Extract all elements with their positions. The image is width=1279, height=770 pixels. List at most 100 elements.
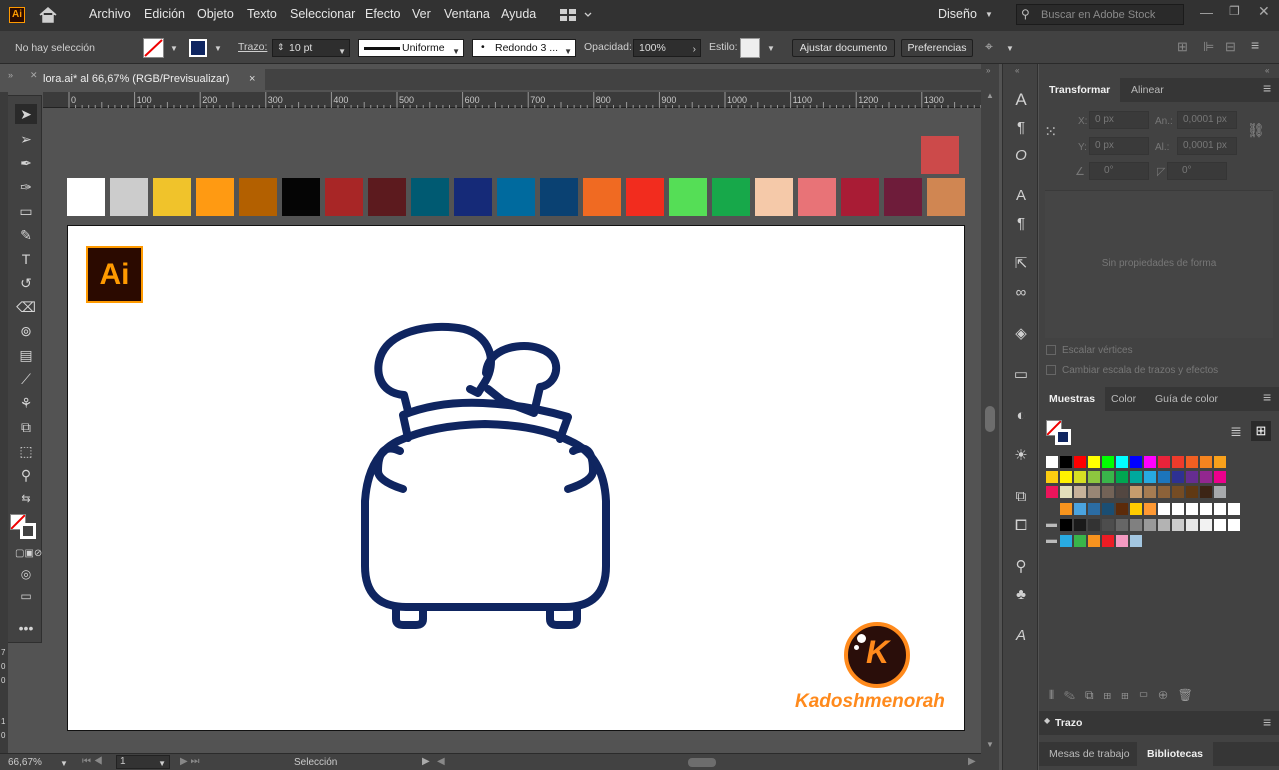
menu-edicion[interactable]: Edición — [144, 7, 185, 21]
color-swatch[interactable] — [110, 178, 148, 216]
folder-icon[interactable]: ▬ — [1046, 534, 1057, 546]
swatch-cell[interactable] — [1116, 535, 1128, 547]
color-swatch[interactable] — [67, 178, 105, 216]
menu-icon[interactable]: ≡ — [1263, 714, 1271, 730]
color-swatch[interactable] — [583, 178, 621, 216]
eraser-tool-icon[interactable]: ⌫ — [15, 297, 37, 317]
swatch-cell[interactable] — [1214, 456, 1226, 468]
menu-icon[interactable]: ≡ — [1263, 80, 1271, 96]
stroke-proxy[interactable] — [1055, 429, 1071, 445]
menu-ver[interactable]: Ver — [412, 7, 431, 21]
color-swatch[interactable] — [411, 178, 449, 216]
color-swatch[interactable] — [626, 178, 664, 216]
scale-corners-checkbox[interactable] — [1046, 345, 1056, 355]
swatch-cell[interactable] — [1116, 456, 1128, 468]
horizontal-scrollbar-thumb[interactable] — [688, 758, 716, 767]
swatch-cell[interactable] — [1116, 486, 1128, 498]
scroll-right-icon[interactable]: ▶ — [968, 756, 976, 767]
color-swatch[interactable] — [884, 178, 922, 216]
shape-builder-tool-icon[interactable]: ⧉ — [15, 417, 37, 437]
swatch-cell[interactable] — [1144, 503, 1156, 515]
y-input[interactable]: 0 px — [1089, 137, 1149, 155]
stepper-icon[interactable]: ⇕ — [277, 39, 285, 55]
chevron-right-icon[interactable]: › — [693, 42, 696, 58]
appearance-icon[interactable]: ☀ — [1012, 446, 1030, 466]
swatch-cell[interactable] — [1172, 471, 1184, 483]
swatch-cell[interactable] — [1060, 471, 1072, 483]
swatch-cell[interactable] — [1144, 519, 1156, 531]
swatch-cell[interactable] — [1158, 519, 1170, 531]
distribute-icon[interactable]: ⊫ — [1203, 39, 1214, 55]
brush-definition[interactable]: • Redondo 3 ... ▼ — [472, 39, 576, 57]
reference-point-icon[interactable]: ⁙ — [1044, 122, 1057, 142]
chevron-down-icon[interactable]: ▼ — [564, 44, 572, 60]
swatch-cell[interactable] — [1228, 519, 1240, 531]
pencil-tool-icon[interactable]: ✎ — [15, 225, 37, 245]
color-swatch[interactable] — [755, 178, 793, 216]
search-input[interactable]: Buscar en Adobe Stock — [1041, 9, 1155, 21]
tab-guia-color[interactable]: Guía de color — [1145, 387, 1228, 411]
chevron-down-icon[interactable]: ▼ — [338, 44, 346, 60]
swatch-top[interactable] — [921, 136, 959, 174]
swatch-cell[interactable] — [1130, 456, 1142, 468]
swatch-cell[interactable] — [1214, 519, 1226, 531]
swatch-cell[interactable] — [1200, 486, 1212, 498]
zoom-tool-icon[interactable]: ⚲ — [15, 465, 37, 485]
character-panel-icon[interactable]: A — [1012, 90, 1030, 110]
color-swatch[interactable] — [712, 178, 750, 216]
more-tools-icon[interactable]: ••• — [15, 618, 37, 638]
close-icon[interactable]: ✕ — [1258, 3, 1270, 20]
curvature-tool-icon[interactable]: ✑ — [15, 177, 37, 197]
pathfinder-icon[interactable]: ⧉ — [1012, 487, 1030, 507]
draw-mode-icon[interactable]: ◎ — [15, 564, 37, 584]
swatch-cell[interactable] — [1172, 519, 1184, 531]
swatch-cell[interactable] — [1088, 503, 1100, 515]
selection-tool-icon[interactable]: ➤ — [15, 104, 37, 124]
swatch-cell[interactable] — [1200, 519, 1212, 531]
swatch-cell[interactable] — [1130, 503, 1142, 515]
swatch-cell[interactable] — [1172, 456, 1184, 468]
swatch-cell[interactable] — [1158, 503, 1170, 515]
menu-texto[interactable]: Texto — [247, 7, 277, 21]
last-artboard-icon[interactable]: ▶ ⏭ — [180, 756, 199, 767]
fill-swatch[interactable] — [143, 38, 164, 58]
swatch-cell[interactable] — [1186, 486, 1198, 498]
swatch-cell[interactable] — [1116, 519, 1128, 531]
swatch-cell[interactable] — [1060, 519, 1072, 531]
status-menu-icon[interactable]: ▶ — [422, 756, 430, 767]
scroll-up-icon[interactable]: ▲ — [986, 91, 994, 100]
vertical-scrollbar-thumb[interactable] — [985, 406, 995, 432]
gradient-tool-icon[interactable]: ▤ — [15, 345, 37, 365]
tab-transformar[interactable]: Transformar — [1039, 78, 1121, 102]
chevron-down-icon[interactable]: ▼ — [170, 44, 178, 53]
color-swatch[interactable] — [669, 178, 707, 216]
swatch-cell[interactable] — [1088, 486, 1100, 498]
swatch-cell[interactable] — [1200, 471, 1212, 483]
swatch-cell[interactable] — [1130, 471, 1142, 483]
align-icon[interactable]: ⊞ — [1177, 39, 1188, 55]
direct-selection-tool-icon[interactable]: ➢ — [15, 129, 37, 149]
menu-archivo[interactable]: Archivo — [89, 7, 131, 21]
menu-objeto[interactable]: Objeto — [197, 7, 234, 21]
swatch-cell[interactable] — [1144, 456, 1156, 468]
eyedropper-tool-icon[interactable]: ⟋ — [15, 369, 37, 389]
color-swatch[interactable] — [153, 178, 191, 216]
app-logo[interactable]: Ai — [9, 7, 25, 23]
layers-icon[interactable]: ◈ — [1012, 324, 1030, 344]
swatch-cell[interactable] — [1130, 519, 1142, 531]
restore-icon[interactable]: ❐ — [1229, 4, 1240, 18]
color-swatch[interactable] — [196, 178, 234, 216]
swatch-cell[interactable] — [1060, 486, 1072, 498]
variable-width-profile[interactable]: Uniforme ▼ — [358, 39, 464, 57]
grid-view-icon[interactable]: ⊞ — [1251, 421, 1271, 441]
angle-input[interactable]: 0° — [1089, 162, 1149, 180]
swatch-cell[interactable] — [1046, 486, 1058, 498]
color-swatch[interactable] — [368, 178, 406, 216]
swatch-cell[interactable] — [1102, 503, 1114, 515]
swatch-cell[interactable] — [1130, 486, 1142, 498]
menu-ventana[interactable]: Ventana — [444, 7, 490, 21]
chevron-down-icon[interactable]: ▼ — [452, 44, 460, 60]
swatch-cell[interactable] — [1116, 471, 1128, 483]
paragraph-panel-icon[interactable]: ¶ — [1012, 118, 1030, 138]
swatch-cell[interactable] — [1186, 503, 1198, 515]
